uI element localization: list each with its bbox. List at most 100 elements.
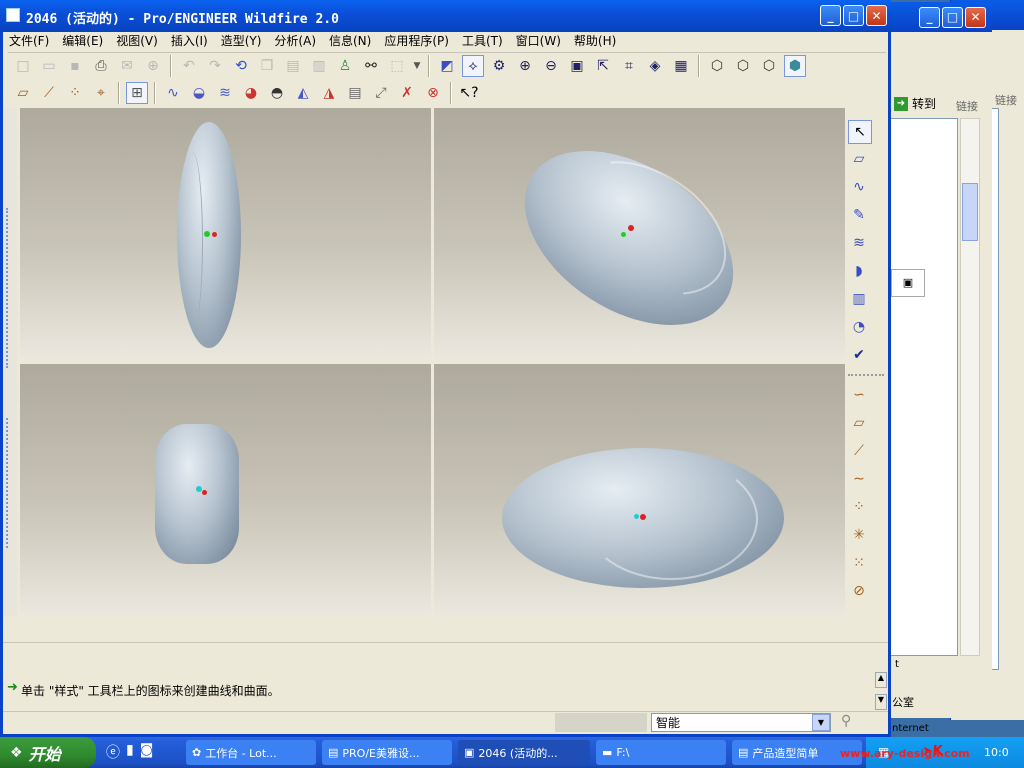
- task-proe-active[interactable]: ▣ 2046 (活动的...: [458, 740, 590, 765]
- four-view-icon[interactable]: ⊞: [126, 82, 148, 104]
- delete-all-icon[interactable]: ⊗: [422, 82, 444, 104]
- named-views-icon[interactable]: ⌗: [618, 55, 640, 77]
- scroll-down-icon[interactable]: ▼: [875, 694, 887, 710]
- shade-analysis-icon[interactable]: ◕: [240, 82, 262, 104]
- curve-create-icon[interactable]: ∿: [848, 176, 870, 198]
- find-icon[interactable]: ⚯: [360, 55, 382, 77]
- close-icon[interactable]: ✕: [866, 5, 887, 26]
- help-icon[interactable]: ↖?: [458, 82, 480, 104]
- print-icon[interactable]: ⎙: [90, 55, 112, 77]
- menu-item-10[interactable]: 帮助(H): [568, 30, 623, 50]
- draft-icon[interactable]: ◭: [292, 82, 314, 104]
- link-icon[interactable]: ⊘: [848, 580, 870, 602]
- menu-item-7[interactable]: 应用程序(P): [378, 30, 456, 50]
- datum-planes-icon[interactable]: ◩: [436, 55, 458, 77]
- model-view-front[interactable]: [155, 424, 239, 564]
- new-icon[interactable]: □: [12, 55, 34, 77]
- datum-points-icon[interactable]: ⚙: [488, 55, 510, 77]
- dropdown-icon[interactable]: ▼: [412, 55, 422, 77]
- filter-select[interactable]: 智能 ▼: [651, 713, 831, 732]
- background-window-2-scrollbar[interactable]: [960, 118, 980, 656]
- menu-item-4[interactable]: 造型(Y): [215, 30, 269, 50]
- ie-icon[interactable]: ⓔ: [106, 742, 120, 762]
- menu-item-9[interactable]: 窗口(W): [510, 30, 568, 50]
- dock-grip[interactable]: [6, 208, 14, 368]
- email-link-icon[interactable]: ⊕: [142, 55, 164, 77]
- viewport-top-left[interactable]: [20, 108, 431, 360]
- layers-icon[interactable]: ◈: [644, 55, 666, 77]
- menu-item-8[interactable]: 工具(T): [456, 30, 510, 50]
- chevron-down-icon[interactable]: ▼: [812, 714, 830, 731]
- shading-icon[interactable]: ⬢: [784, 55, 806, 77]
- hidden-line-icon[interactable]: ⬡: [732, 55, 754, 77]
- snap-icon[interactable]: ⤢: [370, 82, 392, 104]
- offset-icon[interactable]: ⁙: [848, 552, 870, 574]
- free-curve-icon[interactable]: ∼: [848, 468, 870, 490]
- surface-icon[interactable]: ≋: [848, 232, 870, 254]
- menu-item-0[interactable]: 文件(F): [3, 30, 56, 50]
- regenerate-icon[interactable]: ⟲: [230, 55, 252, 77]
- point-icon[interactable]: ⁘: [64, 82, 86, 104]
- model-tree-icon[interactable]: ♙: [334, 55, 356, 77]
- refit-icon[interactable]: ▣: [566, 55, 588, 77]
- left-dock[interactable]: [3, 108, 17, 616]
- reflect-analysis-icon[interactable]: ◓: [266, 82, 288, 104]
- task-explorer[interactable]: ▬ F:\: [596, 740, 726, 765]
- copy-icon[interactable]: ❐: [256, 55, 278, 77]
- desktop-icon[interactable]: ◙: [140, 742, 154, 762]
- drop-curve-icon[interactable]: ∽: [848, 384, 870, 406]
- maximize-icon[interactable]: □: [843, 5, 864, 26]
- minimize-icon[interactable]: _: [820, 5, 841, 26]
- plane-curve-icon[interactable]: ▱: [848, 412, 870, 434]
- select-box-icon[interactable]: ⬚: [386, 55, 408, 77]
- scroll-up-icon[interactable]: ▲: [875, 672, 887, 688]
- scroll-thumb[interactable]: [962, 183, 978, 241]
- surface-edit-icon[interactable]: ◔: [848, 316, 870, 338]
- menu-item-6[interactable]: 信息(N): [323, 30, 378, 50]
- csys-icon[interactable]: ⌖: [90, 82, 112, 104]
- done-icon[interactable]: ✔: [848, 344, 870, 366]
- line-icon[interactable]: ⟋: [848, 440, 870, 462]
- intersect-icon[interactable]: ✳: [848, 524, 870, 546]
- menu-item-1[interactable]: 编辑(E): [56, 30, 110, 50]
- redo-icon[interactable]: ↷: [204, 55, 226, 77]
- axis-icon[interactable]: ⟋: [38, 82, 60, 104]
- undo-icon[interactable]: ↶: [178, 55, 200, 77]
- save-icon[interactable]: ▪: [64, 55, 86, 77]
- menu-item-3[interactable]: 插入(I): [165, 30, 215, 50]
- links-label-2[interactable]: 链接: [995, 92, 1017, 108]
- media-icon[interactable]: ▮: [126, 742, 134, 762]
- zoom-in-icon[interactable]: ⊕: [514, 55, 536, 77]
- no-hidden-icon[interactable]: ⬡: [758, 55, 780, 77]
- email-icon[interactable]: ✉: [116, 55, 138, 77]
- viewport-bottom-right[interactable]: [434, 364, 845, 616]
- task-lotus[interactable]: ✿ 工作台 - Lot...: [186, 740, 316, 765]
- view-manager-icon[interactable]: ▦: [670, 55, 692, 77]
- select-icon[interactable]: ↖: [848, 120, 872, 144]
- task-proe-design[interactable]: ▤ PRO/E美雅设...: [322, 740, 452, 765]
- curve-icon[interactable]: ∿: [162, 82, 184, 104]
- goto-button[interactable]: ➜ 转到: [894, 95, 936, 112]
- viewport-bottom-left[interactable]: [20, 364, 431, 616]
- paste-special-icon[interactable]: ▥: [308, 55, 330, 77]
- zoom-out-icon[interactable]: ⊖: [540, 55, 562, 77]
- surface-icon[interactable]: ◒: [188, 82, 210, 104]
- point-icon[interactable]: ⁘: [848, 496, 870, 518]
- active-plane-icon[interactable]: ▱: [848, 148, 870, 170]
- close-icon[interactable]: ✕: [965, 6, 986, 28]
- start-button[interactable]: ❖ 开始: [0, 737, 96, 768]
- curvature-icon[interactable]: ◮: [318, 82, 340, 104]
- section-icon[interactable]: ▤: [344, 82, 366, 104]
- menu-item-2[interactable]: 视图(V): [110, 30, 165, 50]
- message-scroll[interactable]: ▲ ▼: [875, 672, 887, 710]
- wireframe-icon[interactable]: ⬡: [706, 55, 728, 77]
- surface-trim-icon[interactable]: ▥: [848, 288, 870, 310]
- open-icon[interactable]: ▭: [38, 55, 60, 77]
- minimize-icon[interactable]: _: [919, 6, 940, 28]
- delete-analysis-icon[interactable]: ✗: [396, 82, 418, 104]
- orient-icon[interactable]: ⇱: [592, 55, 614, 77]
- links-label[interactable]: 链接: [956, 98, 978, 114]
- plane-icon[interactable]: ▱: [12, 82, 34, 104]
- viewport-top-right[interactable]: [434, 108, 845, 362]
- maximize-icon[interactable]: □: [942, 6, 963, 28]
